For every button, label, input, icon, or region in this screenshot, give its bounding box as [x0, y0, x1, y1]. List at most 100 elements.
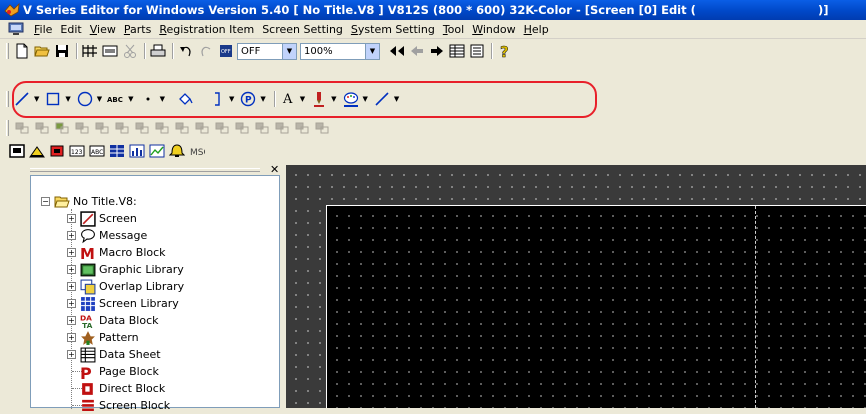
mode-combo[interactable]: OFF ▼ — [237, 42, 297, 60]
part-alarm-icon[interactable] — [168, 142, 186, 160]
distribute-icon[interactable] — [173, 119, 191, 137]
menu-item[interactable]: Window — [468, 23, 519, 36]
bring-front-icon[interactable] — [53, 119, 71, 137]
expand-icon[interactable]: + — [67, 350, 76, 359]
text-style-icon[interactable]: ABC — [107, 90, 125, 108]
expand-icon[interactable]: + — [67, 299, 76, 308]
tree-item[interactable]: + Screen Library — [67, 295, 179, 312]
dot-tool-icon[interactable] — [139, 90, 157, 108]
menu-item[interactable]: Parts — [120, 23, 155, 36]
fill-color-icon[interactable] — [342, 90, 360, 108]
tree-item[interactable]: P Page Block — [80, 363, 159, 380]
tree-item[interactable]: + Overlap Library — [67, 278, 184, 295]
part-numeric-icon[interactable]: 123 — [68, 142, 86, 160]
part-switch-icon[interactable] — [28, 142, 46, 160]
chevron-down-icon[interactable]: ▼ — [394, 95, 399, 103]
menu-item[interactable]: View — [86, 23, 120, 36]
cut-icon[interactable] — [121, 42, 139, 60]
expand-icon[interactable]: + — [67, 316, 76, 325]
tree-item[interactable]: Direct Block — [80, 380, 165, 397]
circle-tool-icon[interactable] — [76, 90, 94, 108]
chevron-down-icon[interactable]: ▼ — [229, 95, 234, 103]
select-icon[interactable] — [293, 119, 311, 137]
chevron-down-icon[interactable]: ▼ — [97, 95, 102, 103]
part-screen-icon[interactable] — [8, 142, 26, 160]
title-bar[interactable]: V Series Editor for Windows Version 5.40… — [0, 0, 866, 20]
bracket-tool-icon[interactable] — [208, 90, 226, 108]
part-character-icon[interactable]: ABC — [88, 142, 106, 160]
expand-icon[interactable]: + — [67, 282, 76, 291]
grid-icon[interactable] — [81, 42, 99, 60]
tree-item[interactable]: + M Macro Block — [67, 244, 166, 261]
group-icon[interactable] — [13, 119, 31, 137]
mirror-icon[interactable] — [233, 119, 251, 137]
part-lamp-icon[interactable] — [48, 142, 66, 160]
zoom-combo[interactable]: 100% ▼ — [300, 42, 380, 60]
align-right-icon[interactable] — [113, 119, 131, 137]
menu-item[interactable]: Screen Setting — [258, 23, 347, 36]
menu-item[interactable]: Tool — [439, 23, 468, 36]
save-icon[interactable] — [53, 42, 71, 60]
tree-item[interactable]: + Graphic Library — [67, 261, 184, 278]
ungroup-icon[interactable] — [33, 119, 51, 137]
menu-item[interactable]: Registration Item — [155, 23, 258, 36]
tree-item[interactable]: Screen Block — [80, 397, 170, 414]
screen-list-icon[interactable] — [448, 42, 466, 60]
line-style-icon[interactable] — [373, 90, 391, 108]
expand-icon[interactable]: + — [67, 265, 76, 274]
new-file-icon[interactable] — [13, 42, 31, 60]
expand-icon[interactable]: + — [67, 231, 76, 240]
move-down-icon[interactable] — [273, 119, 291, 137]
jump-first-icon[interactable] — [388, 42, 406, 60]
align-bottom-icon[interactable] — [153, 119, 171, 137]
document-system-menu-icon[interactable] — [8, 22, 24, 36]
collapse-icon[interactable]: − — [41, 197, 50, 206]
undo-icon[interactable] — [177, 42, 195, 60]
chevron-down-icon[interactable]: ▼ — [260, 95, 265, 103]
line-tool-icon[interactable] — [13, 90, 31, 108]
help-icon[interactable]: ? — [496, 42, 514, 60]
toolbar-grip[interactable] — [6, 120, 9, 136]
print-icon[interactable] — [149, 42, 167, 60]
chevron-down-icon[interactable]: ▼ — [160, 95, 165, 103]
simulator-icon[interactable] — [101, 42, 119, 60]
menu-item[interactable]: File — [30, 23, 56, 36]
toolbar-grip[interactable] — [6, 43, 9, 59]
next-screen-icon[interactable] — [428, 42, 446, 60]
pattern-tool-icon[interactable]: P — [239, 90, 257, 108]
chevron-down-icon[interactable]: ▼ — [65, 95, 70, 103]
chevron-down-icon[interactable]: ▼ — [300, 95, 305, 103]
line-color-icon[interactable] — [310, 90, 328, 108]
chevron-down-icon[interactable]: ▼ — [282, 43, 296, 59]
redo-icon[interactable] — [197, 42, 215, 60]
toolbar-grip[interactable] — [6, 91, 9, 107]
font-icon[interactable]: A — [279, 90, 297, 108]
menu-item[interactable]: Edit — [56, 23, 85, 36]
menu-item[interactable]: Help — [520, 23, 553, 36]
part-trend-icon[interactable] — [148, 142, 166, 160]
tree-item[interactable]: + Pattern — [67, 329, 139, 346]
send-back-icon[interactable] — [73, 119, 91, 137]
chevron-down-icon[interactable]: ▼ — [365, 43, 379, 59]
open-folder-icon[interactable] — [33, 42, 51, 60]
properties-icon[interactable] — [468, 42, 486, 60]
chevron-down-icon[interactable]: ▼ — [34, 95, 39, 103]
rotate-icon[interactable] — [213, 119, 231, 137]
panel-grip[interactable] — [30, 168, 260, 172]
tree-item[interactable]: + Data Sheet — [67, 346, 161, 363]
align-left-icon[interactable] — [93, 119, 111, 137]
previous-screen-icon[interactable] — [408, 42, 426, 60]
chevron-down-icon[interactable]: ▼ — [331, 95, 336, 103]
menu-item[interactable]: System Setting — [347, 23, 439, 36]
tree-item[interactable]: + Screen — [67, 210, 137, 227]
fill-tool-icon[interactable] — [176, 90, 194, 108]
part-table-icon[interactable] — [108, 142, 126, 160]
flip-icon[interactable] — [193, 119, 211, 137]
part-message-icon[interactable]: MSG — [188, 142, 206, 160]
layer-icon[interactable] — [313, 119, 331, 137]
rectangle-tool-icon[interactable] — [44, 90, 62, 108]
align-top-icon[interactable] — [133, 119, 151, 137]
move-up-icon[interactable] — [253, 119, 271, 137]
tree-item[interactable]: + Message — [67, 227, 147, 244]
screen-canvas[interactable] — [326, 205, 866, 408]
